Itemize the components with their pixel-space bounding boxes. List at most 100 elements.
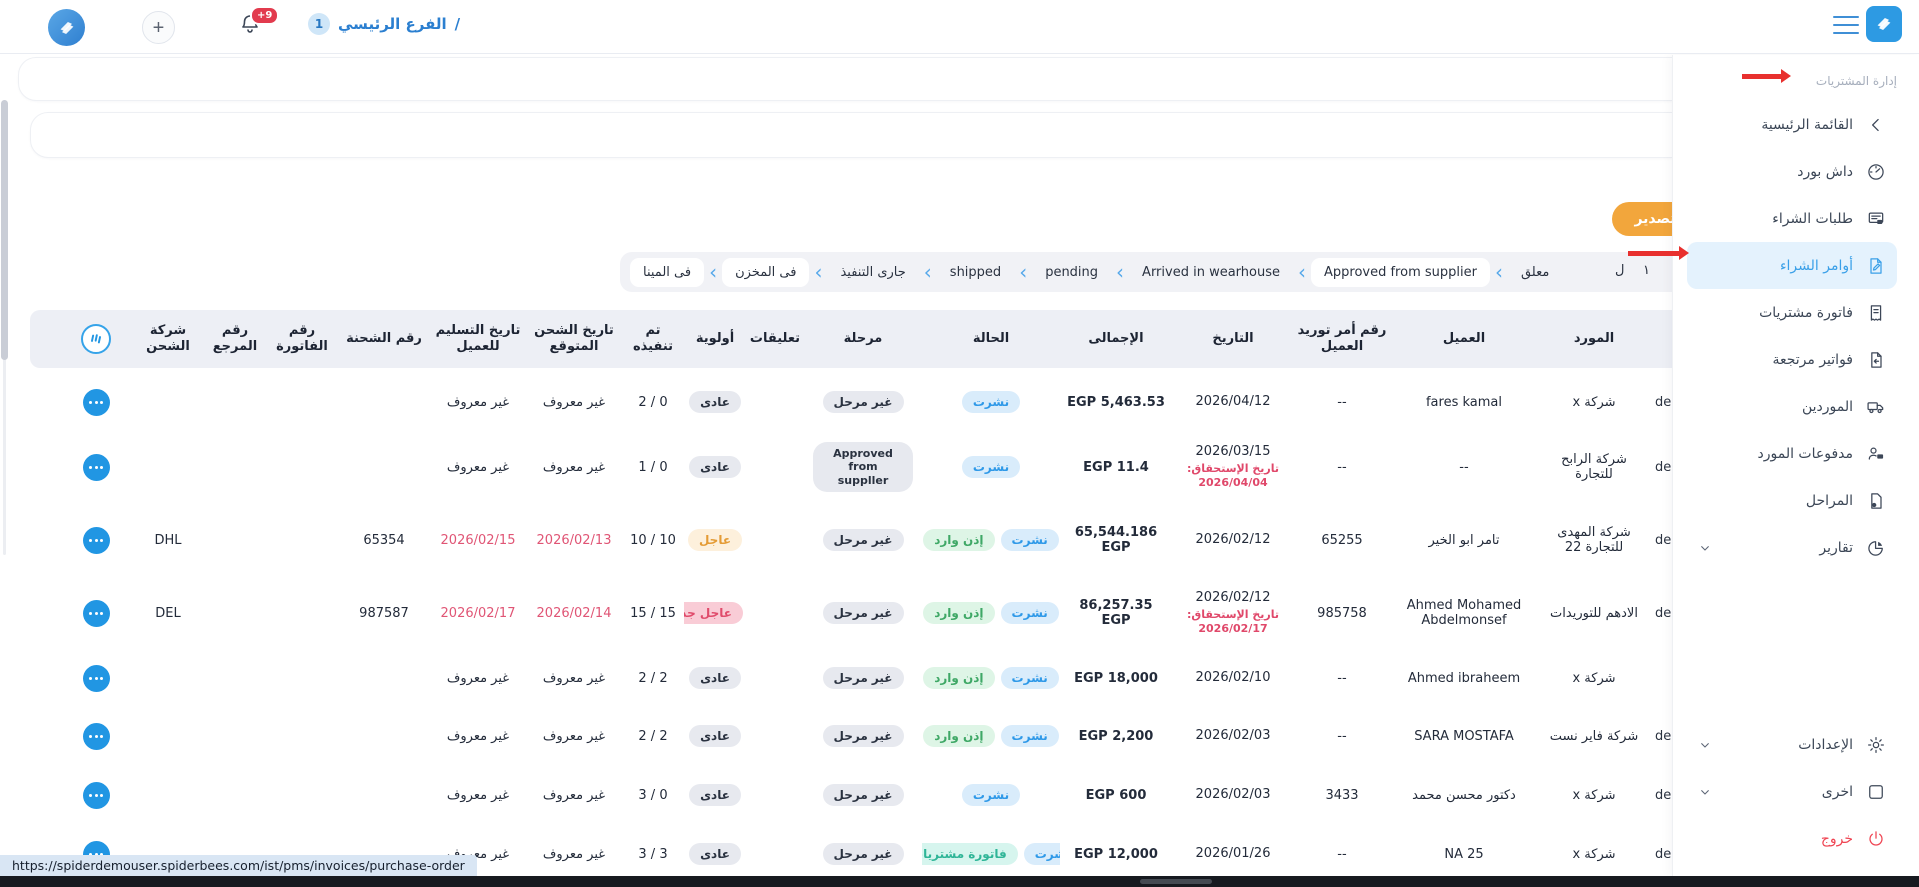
stage-filter-chip[interactable]: Approved from supplier xyxy=(1311,258,1490,287)
stage-filter-chip[interactable]: pending xyxy=(1032,258,1111,287)
row-actions-button[interactable] xyxy=(83,600,110,627)
stage-filter-chip[interactable]: معلق xyxy=(1508,258,1562,287)
delivery-date-cell: غير معروف xyxy=(430,458,526,477)
stage-filter-chip[interactable]: Arrived in wearhouse xyxy=(1129,258,1293,287)
row-actions-button[interactable] xyxy=(83,665,110,692)
supplier-payments-icon xyxy=(1865,443,1887,465)
column-header[interactable]: شركة الشحن xyxy=(132,321,204,358)
table-row[interactable]: deالادهم للتوريداتAhmed Mohamed Abdelmon… xyxy=(30,582,1710,644)
table-row[interactable]: deشركة xfares kamal--2026/04/12EGP 5,463… xyxy=(30,379,1710,425)
sidebar-item-label: اخرى xyxy=(1822,784,1853,800)
column-header[interactable]: رقم الفاتورة xyxy=(266,321,338,358)
purchase-invoice-icon xyxy=(1865,302,1887,324)
column-header[interactable]: رقم أمر توريد العميل xyxy=(1294,321,1390,358)
sidebar-item[interactable]: داش بورد xyxy=(1687,148,1897,195)
comments-cell xyxy=(746,538,804,542)
chevron-left-separator-icon: ‹ xyxy=(1019,262,1027,282)
actions-cell xyxy=(60,721,132,752)
filter-panel-top xyxy=(18,57,1694,101)
status-chip: غير مرحل xyxy=(823,602,904,624)
total-cell: EGP 2,200 xyxy=(1060,727,1172,746)
sidebar-item[interactable]: خروج xyxy=(1687,815,1897,862)
sidebar-item[interactable]: تقارير xyxy=(1687,524,1897,571)
shipment-no-cell xyxy=(338,734,430,738)
sidebar-item[interactable]: اخرى xyxy=(1687,768,1897,815)
supplier-cell: شركة x xyxy=(1538,669,1650,688)
table-row[interactable]: deشركة xدكتور محسن محمد34332026/02/03EGP… xyxy=(30,771,1710,819)
column-header[interactable]: الحالة xyxy=(922,329,1060,349)
breadcrumb[interactable]: 1 الفرع الرئيسي / xyxy=(308,13,460,35)
delivery-date-cell: غير معروف xyxy=(430,786,526,805)
table-row[interactable]: شركة xAhmed ibraheem--2026/02/10EGP 18,0… xyxy=(30,655,1710,701)
row-actions-button[interactable] xyxy=(83,782,110,809)
column-header[interactable]: مرحلة xyxy=(804,329,922,349)
invoice-no-cell xyxy=(266,465,338,469)
column-header[interactable]: رقم الشحنة xyxy=(338,329,430,349)
sidebar-item[interactable]: القائمة الرئيسية xyxy=(1687,101,1897,148)
date-cell: 2026/02/12 xyxy=(1172,530,1294,551)
stage-filter-chip[interactable]: جارى التنفيذ xyxy=(827,258,918,287)
column-header[interactable]: التاريخ xyxy=(1172,329,1294,349)
column-header[interactable]: تاريخ التسليم للعميل xyxy=(430,321,526,358)
stage-filter-chip[interactable]: فى المينا xyxy=(630,258,704,287)
date-cell: 2026/02/12تاريخ الإستحقاق:2026/02/17 xyxy=(1172,588,1294,637)
row-actions-button[interactable] xyxy=(83,723,110,750)
sidebar-item[interactable]: الموردين xyxy=(1687,383,1897,430)
table-row[interactable]: deشركة المهدى للتجارة 22تامر ابو الخير65… xyxy=(30,509,1710,571)
executed-cell: 0 / 1 xyxy=(622,458,684,477)
total-cell: EGP 18,000 xyxy=(1060,669,1172,688)
row-actions-button[interactable] xyxy=(83,527,110,554)
status-chip: غير مرحل xyxy=(823,843,904,865)
stage-filter-chip[interactable]: فى المخزن xyxy=(722,258,809,287)
column-header[interactable]: الإجمالى xyxy=(1060,329,1172,349)
add-button[interactable]: + xyxy=(142,11,175,44)
table-row[interactable]: deشركة الرابح للتجارة----2026/03/15تاريخ… xyxy=(30,436,1710,498)
due-date-label: تاريخ الإستحقاق: xyxy=(1175,462,1291,476)
shipment-no-cell: 65354 xyxy=(338,531,430,550)
delivery-date-cell: 2026/02/15 xyxy=(430,531,526,550)
column-header[interactable]: المورد xyxy=(1538,329,1650,349)
sidebar-item[interactable]: فاتورة مشتريات xyxy=(1687,289,1897,336)
table-row[interactable]: deشركة فاير نستSARA MOSTAFA--2026/02/03E… xyxy=(30,712,1710,760)
date-cell: 2026/03/15تاريخ الإستحقاق:2026/04/04 xyxy=(1172,442,1294,491)
purchase-orders-table: الموردالعميلرقم أمر توريد العميلالتاريخا… xyxy=(30,310,1710,878)
sidebar-item-label: مدفوعات المورد xyxy=(1758,446,1854,462)
column-header[interactable]: تم تنفيذه xyxy=(622,321,684,358)
column-header[interactable]: تعليقات xyxy=(746,329,804,349)
sidebar-item-label: تقارير xyxy=(1819,540,1853,556)
status-chip: غير مرحل xyxy=(823,391,904,413)
supplier-cell: شركة x xyxy=(1538,786,1650,805)
reference-no-cell xyxy=(204,538,266,542)
row-actions-button[interactable] xyxy=(83,454,110,481)
sidebar-item[interactable]: المراحل xyxy=(1687,477,1897,524)
invoice-no-cell xyxy=(266,793,338,797)
delivery-date-cell: غير معروف xyxy=(430,727,526,746)
column-header[interactable]: أولوية xyxy=(684,329,746,349)
status-chip: نشرت xyxy=(1001,725,1059,747)
stage-filter-chip[interactable]: shipped xyxy=(937,258,1014,287)
app-logo[interactable] xyxy=(48,9,85,46)
column-header[interactable]: العميل xyxy=(1390,329,1538,349)
columns-settings-button[interactable] xyxy=(81,324,111,354)
column-header[interactable]: رقم المرجع xyxy=(204,321,266,358)
menu-toggle-icon[interactable] xyxy=(1833,16,1859,34)
columns-icon xyxy=(87,330,105,348)
row-actions-button[interactable] xyxy=(83,389,110,416)
sidebar-item[interactable]: مدفوعات المورد xyxy=(1687,430,1897,477)
executed-cell: 0 / 3 xyxy=(622,786,684,805)
sidebar-item[interactable]: طلبات الشراء xyxy=(1687,195,1897,242)
sidebar-item[interactable]: الإعدادات xyxy=(1687,721,1897,768)
actions-cell xyxy=(60,598,132,629)
column-header[interactable]: تاريخ الشحن المتوقع xyxy=(526,321,622,358)
priority-cell: عادى xyxy=(684,454,746,480)
vertical-scrollbar-thumb[interactable] xyxy=(1,100,8,360)
client-cell: fares kamal xyxy=(1390,393,1538,412)
actions-cell xyxy=(60,780,132,811)
date-cell: 2026/02/03 xyxy=(1172,726,1294,747)
sidebar-item[interactable]: أوامر الشراء xyxy=(1687,242,1897,289)
date-cell: 2026/02/10 xyxy=(1172,668,1294,689)
client-cell: تامر ابو الخير xyxy=(1390,531,1538,550)
notifications-button[interactable]: +9 xyxy=(238,12,268,42)
company-logo-tile[interactable] xyxy=(1866,6,1902,42)
sidebar-item[interactable]: فواتير مرتجعة xyxy=(1687,336,1897,383)
